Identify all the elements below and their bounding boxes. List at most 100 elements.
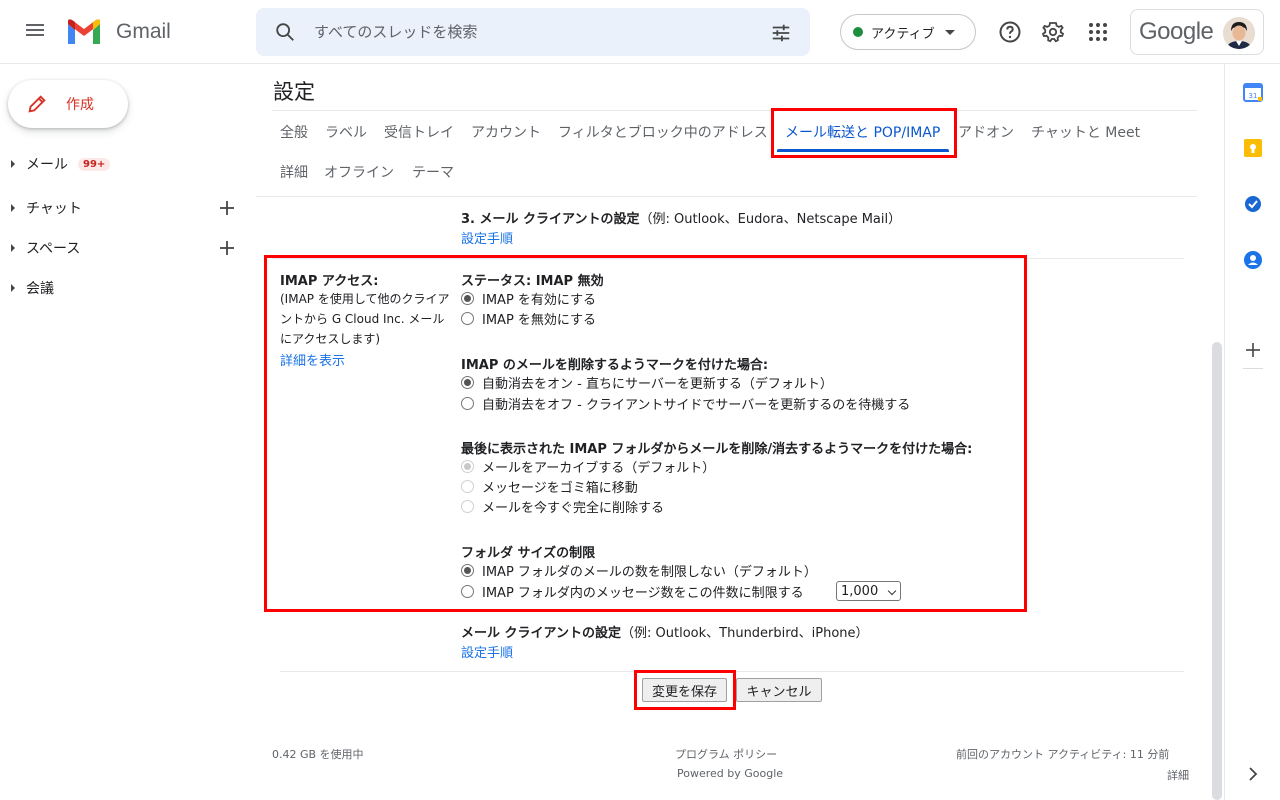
account-switcher[interactable]: Google <box>1130 9 1264 55</box>
tab-advanced[interactable]: 詳細 <box>280 162 308 182</box>
nav-label: メール <box>26 157 68 173</box>
auto-expunge-on-option[interactable]: 自動消去をオン - 直ちにサーバーを更新する（デフォルト） <box>461 372 833 392</box>
add-addon-icon[interactable] <box>1243 340 1263 360</box>
imap-enable-option[interactable]: IMAP を有効にする <box>461 288 596 308</box>
help-icon[interactable] <box>998 20 1022 44</box>
last-activity: 前回のアカウント アクティビティ: 11 分前 <box>956 748 1170 761</box>
no-folder-limit-option[interactable]: IMAP フォルダのメールの数を制限しない（デフォルト） <box>461 560 817 580</box>
main-menu-icon[interactable] <box>24 21 46 43</box>
divider <box>1243 368 1263 369</box>
radio-imap-enable[interactable] <box>461 291 474 305</box>
nav-item-chat[interactable]: チャット <box>0 192 250 224</box>
expand-caret-icon[interactable] <box>11 284 15 292</box>
tab-labels[interactable]: ラベル <box>325 122 367 142</box>
chevron-right-icon[interactable] <box>1243 764 1263 784</box>
radio-auto-expunge-off[interactable] <box>461 396 474 410</box>
save-changes-button[interactable]: 変更を保存 <box>642 678 727 702</box>
apps-grid-icon[interactable] <box>1086 20 1110 44</box>
add-icon[interactable] <box>218 239 236 257</box>
cancel-button[interactable]: キャンセル <box>736 678 822 702</box>
radio-auto-expunge-on[interactable] <box>461 375 474 389</box>
search-icon[interactable] <box>274 21 296 43</box>
search-input[interactable] <box>312 8 752 56</box>
app-name: Gmail <box>116 20 171 43</box>
divider <box>280 671 1184 672</box>
expand-caret-icon[interactable] <box>11 204 15 212</box>
tab-filters[interactable]: フィルタとブロック中のアドレス <box>558 122 768 142</box>
contacts-icon[interactable] <box>1243 250 1263 270</box>
add-icon[interactable] <box>218 199 236 217</box>
nav-item-spaces[interactable]: スペース <box>0 232 250 264</box>
keep-notes-icon[interactable] <box>1243 138 1263 158</box>
tab-addons[interactable]: アドオン <box>958 122 1014 142</box>
google-brand: Google <box>1139 18 1214 45</box>
imap-expunge-title: 最後に表示された IMAP フォルダからメールを削除/消去するようマークを付けた… <box>461 442 973 457</box>
tab-themes[interactable]: テーマ <box>412 162 454 182</box>
option-label: IMAP を有効にする <box>482 292 597 308</box>
user-photo-icon <box>1223 17 1255 49</box>
client-setup-heading: 3. メール クライアントの設定（例: Outlook、Eudora、Netsc… <box>461 208 901 227</box>
option-label: 自動消去をオフ - クライアントサイドでサーバーを更新するのを待機する <box>482 397 911 413</box>
imap-status-title: ステータス: IMAP 無効 <box>461 274 604 289</box>
chevron-down-icon <box>887 586 897 596</box>
client-config-title: メール クライアントの設定 <box>461 626 622 641</box>
scrollbar[interactable] <box>1212 342 1222 800</box>
divider <box>256 196 1197 197</box>
client-setup-link[interactable]: 設定手順 <box>461 228 513 247</box>
option-label: IMAP を無効にする <box>482 312 597 328</box>
limit-folder-option[interactable]: IMAP フォルダ内のメッセージ数をこの件数に制限する <box>461 581 804 601</box>
client-config-examples: （例: Outlook、Thunderbird、iPhone） <box>621 626 869 641</box>
divider <box>272 110 1197 111</box>
radio-limit-folder[interactable] <box>461 584 474 598</box>
radio-imap-disable[interactable] <box>461 311 474 325</box>
active-tab-indicator <box>777 149 949 152</box>
option-label: 自動消去をオン - 直ちにサーバーを更新する（デフォルト） <box>482 376 833 392</box>
folder-size-title: フォルダ サイズの制限 <box>461 546 596 561</box>
top-bar: Gmail アクティブ <box>0 0 1280 64</box>
imap-description: (IMAP を使用して他のクライアントから G Cloud Inc. メール に… <box>280 292 450 346</box>
folder-limit-select[interactable]: 1,000 <box>836 581 901 601</box>
tab-forwarding-pop-imap[interactable]: メール転送と POP/IMAP <box>785 122 940 142</box>
search-bar <box>256 8 810 56</box>
calendar-icon[interactable]: 31 <box>1243 82 1263 102</box>
option-label: メッセージをゴミ箱に移動 <box>482 480 638 496</box>
nav-item-meet[interactable]: 会議 <box>0 272 250 304</box>
folder-limit-value: 1,000 <box>841 583 879 599</box>
gmail-logo[interactable]: Gmail <box>66 18 171 46</box>
activity-details-link[interactable]: 詳細 <box>1167 767 1189 783</box>
side-panel: 31 <box>1224 64 1280 800</box>
tab-offline[interactable]: オフライン <box>324 162 394 182</box>
tab-chat-meet[interactable]: チャットと Meet <box>1031 122 1140 142</box>
pencil-icon <box>28 95 46 113</box>
expand-caret-icon[interactable] <box>11 244 15 252</box>
avatar[interactable] <box>1223 17 1255 49</box>
tab-accounts[interactable]: アカウント <box>471 122 541 142</box>
imap-access-label: IMAP アクセス: <box>280 274 379 289</box>
client-setup-title: 3. メール クライアントの設定 <box>461 212 640 227</box>
client-config-link[interactable]: 設定手順 <box>461 642 513 661</box>
gmail-m-icon <box>68 19 100 44</box>
status-dot <box>853 27 863 37</box>
svg-text:31: 31 <box>1249 92 1258 100</box>
option-label: IMAP フォルダ内のメッセージ数をこの件数に制限する <box>482 585 804 601</box>
auto-expunge-off-option[interactable]: 自動消去をオフ - クライアントサイドでサーバーを更新するのを待機する <box>461 393 910 413</box>
radio-no-folder-limit[interactable] <box>461 563 474 577</box>
tab-inbox[interactable]: 受信トレイ <box>384 122 454 142</box>
tasks-icon[interactable] <box>1243 194 1263 214</box>
search-options-icon[interactable] <box>770 22 792 44</box>
option-label: メールを今すぐ完全に削除する <box>482 500 665 516</box>
program-policy-link[interactable]: プログラム ポリシー <box>675 746 777 762</box>
radio-delete-forever <box>461 499 474 513</box>
imap-details-link[interactable]: 詳細を表示 <box>280 350 345 369</box>
compose-button[interactable]: 作成 <box>8 80 128 128</box>
nav-item-mail[interactable]: メール 99+ <box>0 148 250 180</box>
status-label: アクティブ <box>871 26 935 42</box>
status-selector[interactable]: アクティブ <box>840 14 976 50</box>
imap-disable-option[interactable]: IMAP を無効にする <box>461 308 596 328</box>
option-label: IMAP フォルダのメールの数を制限しない（デフォルト） <box>482 564 817 580</box>
powered-by: Powered by Google <box>677 767 784 780</box>
divider <box>272 258 1184 259</box>
settings-gear-icon[interactable] <box>1042 20 1066 44</box>
expand-caret-icon[interactable] <box>11 160 15 168</box>
tab-general[interactable]: 全般 <box>280 122 308 142</box>
